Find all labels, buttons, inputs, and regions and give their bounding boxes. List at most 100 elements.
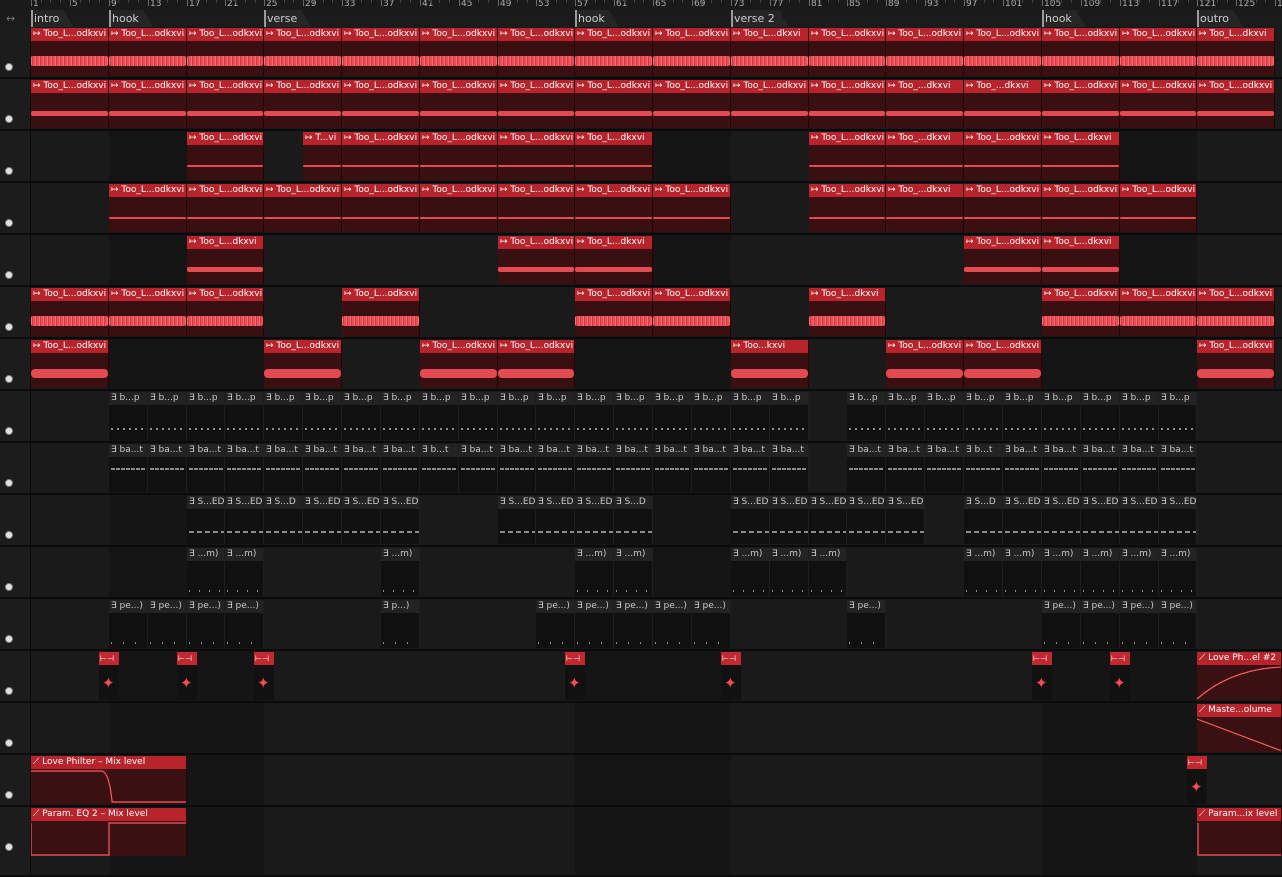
audio-clip[interactable]: ↦ Too_L...odkxvi (886, 340, 964, 388)
midi-clip[interactable]: ∃ S...ED (498, 496, 536, 544)
midi-clip[interactable]: ∃ b...p (381, 392, 420, 440)
audio-clip[interactable]: ↦ Too_L...odkxvi (809, 28, 886, 76)
fx-clip[interactable]: ⊢⊣ ✦ (99, 652, 119, 700)
audio-clip[interactable]: ↦ Too_L...odkxvi (809, 132, 886, 180)
audio-clip[interactable]: ↦ Too_L...odkxvi (1120, 288, 1197, 336)
audio-clip[interactable]: ↦ Too_L...odkxvi (575, 184, 653, 232)
audio-clip[interactable]: ↦ Too_L...odkxvi (187, 28, 264, 76)
midi-clip[interactable]: ∃ S...ED (575, 496, 614, 544)
midi-clip[interactable]: ∃ S...ED (886, 496, 925, 544)
midi-clip[interactable]: ∃ ba...t (770, 444, 809, 492)
audio-clip[interactable]: ↦ Too_L...odkxvi (653, 184, 731, 232)
midi-clip[interactable]: ∃ ba...t (498, 444, 536, 492)
midi-clip[interactable]: ∃ ...m) (187, 548, 225, 596)
midi-clip[interactable]: ∃ ba...t (536, 444, 575, 492)
midi-clip[interactable]: ∃ S...D (264, 496, 303, 544)
midi-clip[interactable]: ∃ pe...) (575, 600, 614, 648)
midi-clip[interactable]: ∃ b...p (925, 392, 964, 440)
midi-clip[interactable]: ∃ b...p (1159, 392, 1197, 440)
midi-clip[interactable]: ∃ S...ED (1120, 496, 1159, 544)
midi-clip[interactable]: ∃ S...ED (303, 496, 342, 544)
midi-clip[interactable]: ∃ b...p (498, 392, 536, 440)
audio-clip[interactable]: ↦ Too_L...odkxvi (109, 28, 187, 76)
midi-clip[interactable]: ∃ pe...) (536, 600, 575, 648)
audio-clip[interactable]: ↦ Too_L...odkxvi (342, 28, 420, 76)
audio-clip[interactable]: ↦ Too_L...odkxvi (420, 80, 498, 128)
lane-enable-icon[interactable] (5, 791, 13, 799)
midi-clip[interactable]: ∃ S...ED (381, 496, 420, 544)
audio-clip[interactable]: ↦ Too_L...odkxvi (1197, 288, 1275, 336)
audio-clip[interactable]: ↦ Too_L...dkxvi (575, 132, 653, 180)
lane-enable-icon[interactable] (5, 739, 13, 747)
lane-enable-icon[interactable] (5, 63, 13, 71)
lane-enable-icon[interactable] (5, 843, 13, 851)
fx-clip[interactable]: ⊢⊣ ✦ (1110, 652, 1130, 700)
midi-clip[interactable]: ∃ ba...t (225, 444, 264, 492)
midi-clip[interactable]: ∃ b...p (1003, 392, 1042, 440)
midi-clip[interactable]: ∃ ba...t (731, 444, 770, 492)
audio-clip[interactable]: ↦ Too_L...odkxvi (964, 132, 1042, 180)
midi-clip[interactable]: ∃ b...p (536, 392, 575, 440)
audio-clip[interactable]: ↦ Too_L...odkxvi (31, 340, 109, 388)
midi-clip[interactable]: ∃ b...p (303, 392, 342, 440)
bar-ruler[interactable]: 1 5 9 13 17 21 25 29 33 37 41 45 49 53 57 61 65 69 73 77 81 8… (0, 0, 1282, 10)
audio-clip[interactable]: ↦ Too_L...odkxvi (31, 80, 109, 128)
section-marker[interactable]: outro (1197, 10, 1243, 27)
midi-clip[interactable]: ∃ pe...) (225, 600, 264, 648)
midi-clip[interactable]: ∃ S...ED (187, 496, 225, 544)
audio-clip[interactable]: ↦ Too_...dkxvi (886, 132, 964, 180)
audio-clip[interactable]: ↦ Too_L...odkxvi (1042, 80, 1120, 128)
midi-clip[interactable]: ∃ b...p (1120, 392, 1159, 440)
audio-clip[interactable]: ↦ Too_L...odkxvi (809, 184, 886, 232)
lane-enable-icon[interactable] (5, 271, 13, 279)
midi-clip[interactable]: ∃ b...p (575, 392, 614, 440)
audio-clip[interactable]: ↦ Too_L...odkxvi (1197, 80, 1275, 128)
midi-clip[interactable]: ∃ b...t (420, 444, 459, 492)
audio-clip[interactable]: ↦ Too_L...odkxvi (342, 132, 420, 180)
audio-clip[interactable]: ↦ Too_L...odkxvi (1120, 28, 1197, 76)
audio-clip[interactable]: ↦ Too...kxvi (731, 340, 809, 388)
audio-clip[interactable]: ↦ Too_L...odkxvi (886, 28, 964, 76)
audio-clip[interactable]: ↦ Too_L...dkxvi (1197, 28, 1275, 76)
audio-clip[interactable]: ↦ Too_L...dkxvi (1042, 236, 1120, 284)
midi-clip[interactable]: ∃ ba...t (148, 444, 187, 492)
audio-clip[interactable]: ↦ T...vi (303, 132, 342, 180)
midi-clip[interactable]: ∃ ba...t (459, 444, 498, 492)
midi-clip[interactable]: ∃ pe...) (653, 600, 692, 648)
midi-clip[interactable]: ∃ S...ED (809, 496, 847, 544)
midi-clip[interactable]: ∃ b...p (109, 392, 148, 440)
midi-clip[interactable]: ∃ S...ED (342, 496, 381, 544)
midi-clip[interactable]: ∃ pe...) (187, 600, 225, 648)
audio-clip[interactable]: ↦ Too_L...odkxvi (1042, 28, 1120, 76)
audio-clip[interactable]: ↦ Too_L...odkxvi (498, 236, 575, 284)
midi-clip[interactable]: ∃ ba...t (692, 444, 731, 492)
audio-clip[interactable]: ↦ Too_L...odkxvi (964, 184, 1042, 232)
midi-clip[interactable]: ∃ ...m) (1003, 548, 1042, 596)
midi-clip[interactable]: ∃ ba...t (847, 444, 886, 492)
midi-clip[interactable]: ∃ ...m) (809, 548, 847, 596)
fx-clip[interactable]: ⊢⊣ ✦ (1187, 756, 1207, 804)
midi-clip[interactable]: ∃ ...m) (1159, 548, 1197, 596)
section-marker[interactable]: hook (1042, 10, 1086, 27)
midi-clip[interactable]: ∃ ...m) (575, 548, 614, 596)
audio-clip[interactable]: ↦ Too_L...odkxvi (420, 340, 498, 388)
section-marker[interactable]: verse (264, 10, 311, 27)
midi-clip[interactable]: ∃ S...ED (770, 496, 809, 544)
audio-clip[interactable]: ↦ Too_L...odkxvi (809, 80, 886, 128)
audio-clip[interactable]: ↦ Too_L...dkxvi (809, 288, 886, 336)
midi-clip[interactable]: ∃ S...ED (847, 496, 886, 544)
audio-clip[interactable]: ↦ Too_L...odkxvi (342, 184, 420, 232)
midi-clip[interactable]: ∃ ...m) (614, 548, 653, 596)
section-marker[interactable]: hook (109, 10, 153, 27)
audio-clip[interactable]: ↦ Too_L...odkxvi (1042, 288, 1120, 336)
audio-clip[interactable]: ↦ Too_L...dkxvi (575, 236, 653, 284)
midi-clip[interactable]: ∃ pe...) (1120, 600, 1159, 648)
section-marker[interactable]: intro (31, 10, 73, 27)
audio-clip[interactable]: ↦ Too_L...odkxvi (1120, 184, 1197, 232)
midi-clip[interactable]: ∃ ba...t (653, 444, 692, 492)
lane-enable-icon[interactable] (5, 323, 13, 331)
audio-clip[interactable]: ↦ Too_L...odkxvi (1197, 340, 1275, 388)
midi-clip[interactable]: ∃ ba...t (342, 444, 381, 492)
audio-clip[interactable]: ↦ Too_L...odkxvi (498, 184, 575, 232)
midi-clip[interactable]: ∃ pe...) (692, 600, 731, 648)
